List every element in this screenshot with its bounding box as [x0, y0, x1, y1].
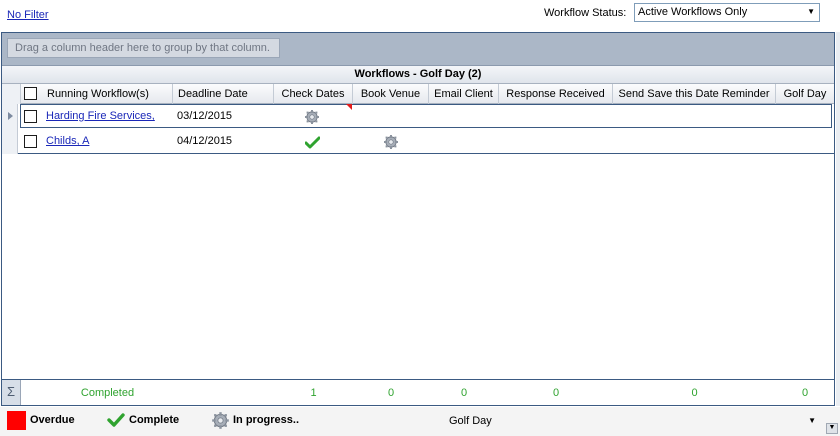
legend-complete: Complete	[129, 414, 180, 426]
sigma-icon[interactable]: Σ	[2, 380, 21, 405]
table-row[interactable]: Childs, A 04/12/2015	[2, 129, 834, 154]
legend-in-progress: In progress..	[233, 414, 300, 426]
group-by-panel[interactable]: Drag a column header here to group by th…	[2, 33, 834, 66]
table-row[interactable]: Harding Fire Services, 03/12/2015	[2, 104, 834, 129]
top-bar: No Filter Workflow Status: Active Workfl…	[0, 0, 840, 32]
column-header-book-venue[interactable]: Book Venue	[353, 84, 429, 104]
deadline-date: 03/12/2015	[177, 110, 233, 122]
check-icon[interactable]	[304, 130, 321, 155]
column-header-response-received[interactable]: Response Received	[499, 84, 613, 104]
gear-icon[interactable]	[383, 128, 399, 153]
workflow-type-select[interactable]: Golf Day ▼	[449, 410, 820, 430]
summary-send-reminder: 0	[691, 387, 698, 399]
deadline-date: 04/12/2015	[177, 135, 233, 147]
summary-row: Σ Completed 1 0 0 0 0 0	[2, 379, 834, 405]
no-filter-link[interactable]: No Filter	[7, 9, 49, 21]
workflow-name-link[interactable]: Childs, A	[46, 129, 89, 154]
check-icon	[107, 412, 125, 431]
chevron-down-icon: ▼	[808, 416, 816, 425]
current-row-arrow-icon	[8, 112, 13, 120]
summary-check-dates: 1	[310, 387, 317, 399]
summary-response-received: 0	[552, 387, 560, 399]
row-indicator	[2, 104, 18, 129]
chevron-down-icon: ▼	[807, 7, 815, 16]
workflow-status-select[interactable]: Active Workflows Only ▼	[634, 3, 820, 22]
select-all-checkbox[interactable]	[24, 87, 37, 100]
row-indicator	[2, 129, 18, 154]
column-header-row: Running Workflow(s) Deadline Date Check …	[2, 84, 834, 104]
gear-icon[interactable]	[304, 103, 320, 128]
legend-overdue: Overdue	[30, 414, 75, 426]
workflows-grid: Drag a column header here to group by th…	[1, 32, 835, 406]
group-by-hint: Drag a column header here to group by th…	[7, 38, 280, 58]
overdue-swatch-icon	[7, 411, 26, 430]
summary-book-venue: 0	[387, 387, 395, 399]
column-header-check-dates[interactable]: Check Dates	[274, 84, 353, 104]
workflow-name-link[interactable]: Harding Fire Services,	[46, 104, 155, 129]
row-indicator-header	[2, 84, 21, 104]
column-header-golf-day[interactable]: Golf Day	[776, 84, 834, 104]
legend-bar: Overdue Complete In progress.. Golf Day …	[0, 407, 840, 436]
scroll-down-button[interactable]: ▼	[826, 423, 838, 434]
overdue-flag-icon	[346, 104, 352, 110]
gear-icon	[211, 411, 230, 433]
column-header-running-workflows[interactable]: Running Workflow(s)	[42, 84, 173, 104]
column-header-send-save-date-reminder[interactable]: Send Save this Date Reminder	[613, 84, 776, 104]
row-checkbox[interactable]	[24, 110, 37, 123]
column-header-email-client[interactable]: Email Client	[429, 84, 499, 104]
workflow-status-value: Active Workflows Only	[638, 6, 748, 18]
row-checkbox[interactable]	[24, 135, 37, 148]
summary-golf-day: 0	[801, 387, 809, 399]
workflow-type-value: Golf Day	[449, 415, 492, 427]
grid-band-title: Workflows - Golf Day (2)	[2, 66, 834, 84]
summary-label: Completed	[80, 387, 135, 399]
workflow-status-label: Workflow Status:	[544, 7, 627, 19]
summary-email-client: 0	[460, 387, 468, 399]
column-header-deadline-date[interactable]: Deadline Date	[173, 84, 274, 104]
grid-edge	[836, 32, 840, 406]
